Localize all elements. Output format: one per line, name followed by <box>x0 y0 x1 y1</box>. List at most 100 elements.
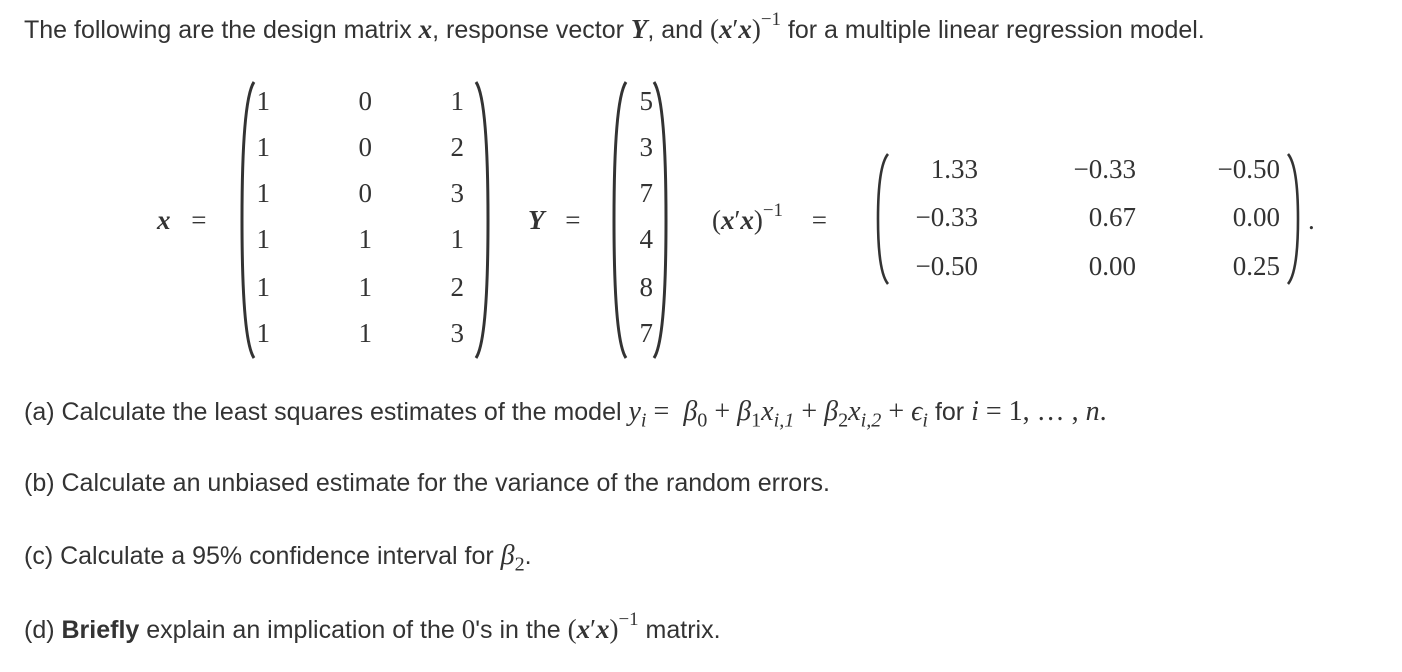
matrix-cell: 1 <box>358 272 373 302</box>
range: 1, … , <box>1008 396 1086 427</box>
x-symbol: x <box>740 205 754 235</box>
matrix-cell: 1 <box>450 224 465 254</box>
matrix-cell: 1 <box>256 132 271 162</box>
x-var: x <box>761 396 774 427</box>
left-paren <box>612 80 628 360</box>
matrix-cell: 0 <box>358 86 373 116</box>
x-symbol: x <box>157 205 171 235</box>
inverse-expression: (x′x)−1 <box>709 9 781 44</box>
question-d: (d) Briefly explain an implication of th… <box>24 609 721 645</box>
equals-sign: = <box>191 205 207 235</box>
subscript: 2 <box>514 553 525 576</box>
question-c-text: (c) Calculate a 95% confidence interval … <box>24 542 501 570</box>
x-symbol: x <box>721 205 735 235</box>
beta0: β <box>683 396 698 427</box>
equals-sign: = <box>811 205 827 235</box>
model-equation: yi = β0 + β1xi,1 + β2xi,2 + ϵi <box>628 396 928 431</box>
matrix-cell: 1 <box>256 86 271 116</box>
equals-sign: = <box>565 205 581 235</box>
left-paren <box>876 152 890 286</box>
matrix-cell: −0.33 <box>915 202 978 232</box>
y-symbol: Y <box>528 205 545 235</box>
inverse-matrix: 1.33 −0.33 −0.50 −0.33 0.67 0.00 −0.50 0.00 0.25 <box>876 152 1300 286</box>
emphasis: Briefly <box>61 616 140 644</box>
question-d-suffix: matrix. <box>638 616 721 644</box>
equals-sign: = <box>646 396 677 427</box>
subscript: 0 <box>697 409 708 432</box>
plus-sign: + <box>881 396 912 427</box>
inverse-matrix-label: (x′x)−1 = <box>712 201 827 236</box>
matrix-cell: −0.33 <box>1073 154 1136 184</box>
matrix-cell: 4 <box>639 224 654 254</box>
question-c: (c) Calculate a 95% confidence interval … <box>24 540 532 575</box>
equals-sign: = <box>978 396 1009 427</box>
question-d-middle: explain an implication of the <box>139 616 462 644</box>
matrix-cell: 7 <box>639 178 654 208</box>
matrix-cell: 0.00 <box>1232 202 1280 232</box>
inverse-exponent: −1 <box>760 9 781 31</box>
intro-middle: , response vector <box>432 16 631 44</box>
response-vector-symbol: Y <box>630 14 648 44</box>
matrix-cell: 1 <box>256 224 271 254</box>
close-paren: ) <box>753 205 763 235</box>
n-var: n <box>1085 396 1100 427</box>
question-a-text: (a) Calculate the least squares estimate… <box>24 398 629 426</box>
intro-text: The following are the design matrix x, r… <box>24 9 1205 45</box>
beta2: β <box>824 396 839 427</box>
intro-and: , and <box>647 16 710 44</box>
question-d-prefix: (d) <box>24 616 62 644</box>
matrix-cell: 7 <box>639 318 654 348</box>
question-d-middle2: 's in the <box>475 616 568 644</box>
inverse-expression: (x′x)−1 <box>567 609 639 644</box>
matrix-cell: 0 <box>358 132 373 162</box>
epsilon: ϵ <box>911 396 923 427</box>
matrix-cell: 1 <box>256 318 271 348</box>
response-vector-label: Y = <box>528 205 580 236</box>
matrix-cell: 3 <box>450 178 465 208</box>
index-range: i = 1, … , n. <box>971 396 1107 427</box>
trailing-period: . <box>1308 205 1315 235</box>
right-paren <box>1286 152 1300 286</box>
matrix-cell: 1 <box>358 318 373 348</box>
matrix-cell: 3 <box>639 132 654 162</box>
inverse-exponent: −1 <box>618 609 639 631</box>
for-text: for <box>928 398 972 426</box>
plus-sign: + <box>707 396 738 427</box>
question-b: (b) Calculate an unbiased estimate for t… <box>24 469 830 497</box>
intro-suffix: for a multiple linear regression model. <box>780 16 1205 44</box>
design-matrix: 1 0 1 1 0 2 1 0 3 1 1 1 1 1 2 1 1 3 <box>240 80 490 360</box>
matrix-cell: 1 <box>358 224 373 254</box>
matrix-cell: 2 <box>450 272 465 302</box>
design-matrix-symbol: x <box>418 14 433 44</box>
period: . <box>1099 396 1107 427</box>
matrix-cell: 3 <box>450 318 465 348</box>
matrix-cell: 1 <box>450 86 465 116</box>
i-var: i <box>971 396 979 427</box>
beta-symbol: β <box>500 540 515 571</box>
matrix-cell: 0 <box>358 178 373 208</box>
intro-prefix: The following are the design matrix <box>24 16 419 44</box>
matrix-cell: 1.33 <box>930 154 978 184</box>
left-paren <box>240 80 256 360</box>
matrix-cell: 0.00 <box>1088 251 1136 281</box>
matrix-cell: −0.50 <box>915 251 978 281</box>
matrix-cell: 1 <box>256 178 271 208</box>
response-vector: 5 3 7 4 8 7 <box>612 80 668 360</box>
matrix-cell: 2 <box>450 132 465 162</box>
inverse-exponent: −1 <box>762 200 784 222</box>
subscript: i,1 <box>773 409 795 432</box>
subscript: 1 <box>751 409 762 432</box>
beta1: β <box>737 396 752 427</box>
x-var: x <box>848 396 861 427</box>
y-var: y <box>628 396 641 427</box>
open-paren: ( <box>712 205 721 235</box>
matrix-cell: 1 <box>256 272 271 302</box>
matrix-cell: 0.67 <box>1088 202 1136 232</box>
beta2: β2 <box>500 540 525 575</box>
zero-symbol: 0 <box>461 614 476 644</box>
right-paren <box>652 80 668 360</box>
matrix-cell: 8 <box>639 272 654 302</box>
matrix-cell: −0.50 <box>1217 154 1280 184</box>
plus-sign: + <box>794 396 825 427</box>
right-paren <box>474 80 490 360</box>
